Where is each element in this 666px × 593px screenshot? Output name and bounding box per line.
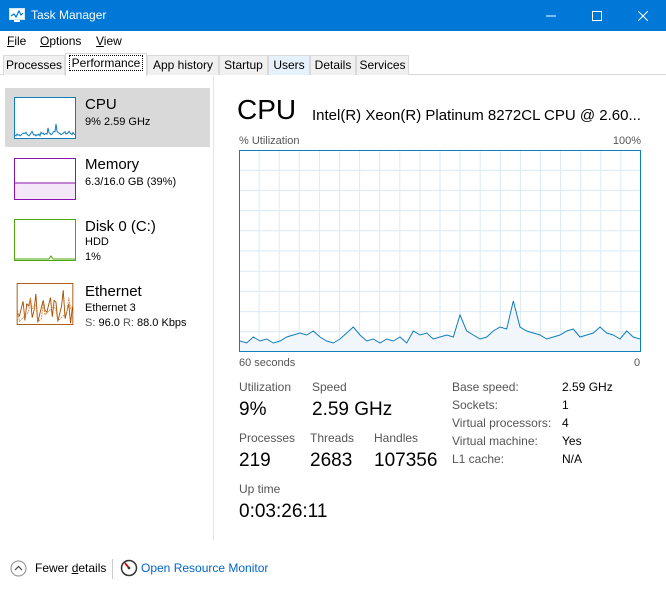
info-l1-cache-value: N/A [562, 452, 583, 466]
info-base-speed-value: 2.59 GHz [562, 380, 613, 394]
close-icon [638, 10, 648, 21]
sidebar-item-disk[interactable]: Disk 0 (C:) HDD 1% [5, 212, 210, 274]
tab-users[interactable]: Users [268, 55, 310, 75]
close-button[interactable] [620, 0, 666, 31]
stat-utilization-value: 9% [239, 399, 267, 420]
maximize-button[interactable] [574, 0, 620, 31]
footer-bar: Fewer details Open Resource Monitor [0, 551, 666, 585]
minimize-button[interactable] [528, 0, 574, 31]
cpu-model-name: Intel(R) Xeon(R) Platinum 8272CL CPU @ 2… [312, 107, 641, 124]
memory-thumbnail-graph [14, 158, 76, 200]
sidebar-cpu-sub: 9% 2.59 GHz [85, 116, 151, 128]
resource-monitor-icon [120, 559, 138, 577]
minimize-icon [546, 15, 556, 16]
sidebar-item-ethernet[interactable]: Ethernet Ethernet 3 S: 96.0 R: 88.0 Kbps [5, 279, 210, 339]
info-base-speed-label: Base speed: [452, 380, 519, 394]
sidebar-ethernet-name: Ethernet [85, 283, 142, 300]
sidebar-disk-usage: 1% [85, 251, 101, 263]
menu-options[interactable]: Options [40, 34, 81, 48]
tab-app-history[interactable]: App history [147, 55, 219, 75]
stat-processes-value: 219 [239, 450, 271, 471]
info-virtual-processors-label: Virtual processors: [452, 416, 552, 430]
stat-utilization-label: Utilization [239, 380, 292, 394]
menu-file[interactable]: File [7, 34, 26, 48]
info-l1-cache-label: L1 cache: [452, 452, 505, 466]
fewer-details-button[interactable]: Fewer details [35, 561, 106, 575]
tab-strip: Processes Performance App history Startu… [0, 52, 666, 76]
stat-handles-value: 107356 [374, 450, 438, 471]
utilization-axis-max: 100% [612, 135, 641, 147]
page-title: CPU [237, 94, 297, 125]
menu-view[interactable]: View [96, 34, 122, 48]
open-resource-monitor-link[interactable]: Open Resource Monitor [141, 561, 268, 575]
ethernet-thumbnail-graph [14, 283, 76, 325]
cpu-detail-panel: CPU Intel(R) Xeon(R) Platinum 8272CL CPU… [237, 76, 657, 536]
info-virtual-machine-label: Virtual machine: [452, 434, 538, 448]
stat-processes-label: Processes [239, 431, 296, 445]
cpu-thumbnail-graph [14, 97, 76, 139]
tab-startup[interactable]: Startup [219, 55, 268, 75]
info-virtual-processors-value: 4 [562, 416, 569, 430]
sidebar-item-cpu[interactable]: CPU 9% 2.59 GHz [5, 88, 210, 147]
stat-uptime-label: Up time [239, 482, 281, 496]
stat-uptime-value: 0:03:26:11 [239, 501, 328, 522]
tab-details[interactable]: Details [310, 55, 356, 75]
window-title: Task Manager [31, 8, 107, 22]
disk-thumbnail-graph [14, 219, 76, 261]
sidebar-memory-name: Memory [85, 156, 140, 173]
tab-processes[interactable]: Processes [3, 55, 65, 75]
performance-pane: CPU 9% 2.59 GHz Memory 6.3/16.0 GB (39%)… [0, 76, 666, 540]
stat-speed-value: 2.59 GHz [312, 399, 393, 420]
footer-divider [112, 559, 113, 579]
stat-speed-label: Speed [312, 380, 347, 394]
sidebar-ethernet-adapter: Ethernet 3 [85, 302, 136, 314]
info-sockets-value: 1 [562, 398, 569, 412]
sidebar-memory-sub: 6.3/16.0 GB (39%) [85, 176, 177, 188]
sidebar-item-memory[interactable]: Memory 6.3/16.0 GB (39%) [5, 150, 210, 209]
tab-services[interactable]: Services [356, 55, 409, 75]
resource-sidebar: CPU 9% 2.59 GHz Memory 6.3/16.0 GB (39%)… [0, 76, 214, 540]
menu-bar: File Options View [0, 31, 666, 52]
info-sockets-label: Sockets: [452, 398, 499, 412]
stat-threads-value: 2683 [310, 450, 353, 471]
utilization-axis-label: % Utilization [239, 135, 300, 147]
info-virtual-machine-value: Yes [562, 434, 582, 448]
tab-performance[interactable]: Performance [65, 53, 147, 76]
stat-threads-label: Threads [310, 431, 355, 445]
sidebar-disk-type: HDD [85, 236, 109, 248]
sidebar-ethernet-rates: S: 96.0 R: 88.0 Kbps [85, 317, 187, 329]
cpu-utilization-graph [239, 150, 641, 352]
fewer-details-chevron-icon[interactable] [10, 560, 27, 577]
title-bar: Task Manager [0, 0, 666, 31]
task-manager-icon [9, 8, 25, 22]
stat-handles-label: Handles [374, 431, 419, 445]
sidebar-disk-name: Disk 0 (C:) [85, 218, 156, 235]
graph-time-span-label: 60 seconds [239, 357, 296, 369]
sidebar-cpu-name: CPU [85, 96, 117, 113]
maximize-icon [592, 10, 602, 21]
graph-time-end-label: 0 [634, 357, 641, 369]
